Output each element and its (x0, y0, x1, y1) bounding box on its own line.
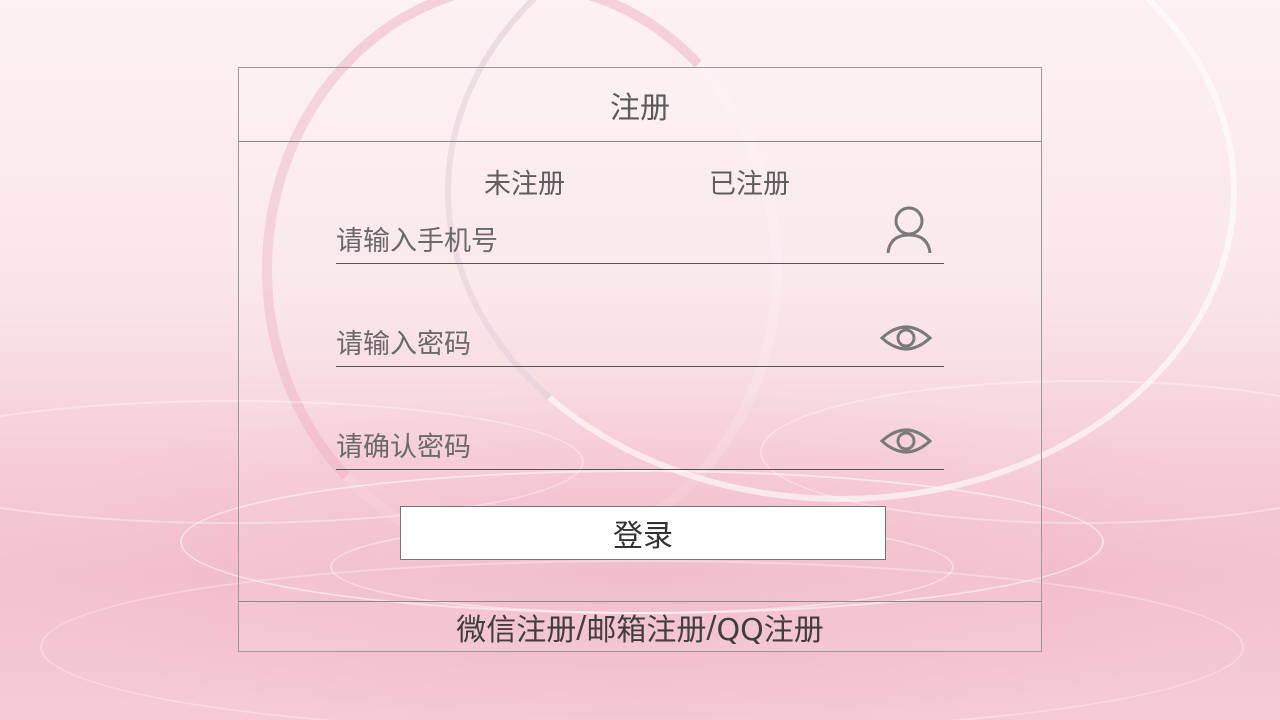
eye-icon[interactable] (879, 421, 933, 465)
login-button[interactable]: 登录 (400, 506, 886, 560)
tab-unregistered[interactable]: 未注册 (484, 162, 565, 201)
phone-field (336, 206, 944, 264)
phone-input[interactable] (336, 226, 856, 257)
email-register-link[interactable]: 邮箱注册 (586, 605, 706, 649)
alt-register-links: 微信注册 / 邮箱注册 / QQ注册 (238, 601, 1042, 652)
confirm-password-field (336, 419, 944, 470)
eye-icon[interactable] (879, 318, 933, 362)
user-icon (886, 205, 932, 259)
qq-register-link[interactable]: QQ注册 (716, 605, 823, 649)
panel-title: 注册 (239, 68, 1041, 142)
login-screen: 注册 未注册 已注册 登录 微信注册 (0, 0, 1280, 720)
password-field (336, 316, 944, 367)
separator: / (706, 609, 717, 645)
confirm-password-input[interactable] (336, 432, 856, 463)
wechat-register-link[interactable]: 微信注册 (456, 605, 576, 649)
separator: / (576, 609, 587, 645)
tab-registered[interactable]: 已注册 (709, 162, 790, 201)
password-input[interactable] (336, 329, 856, 360)
